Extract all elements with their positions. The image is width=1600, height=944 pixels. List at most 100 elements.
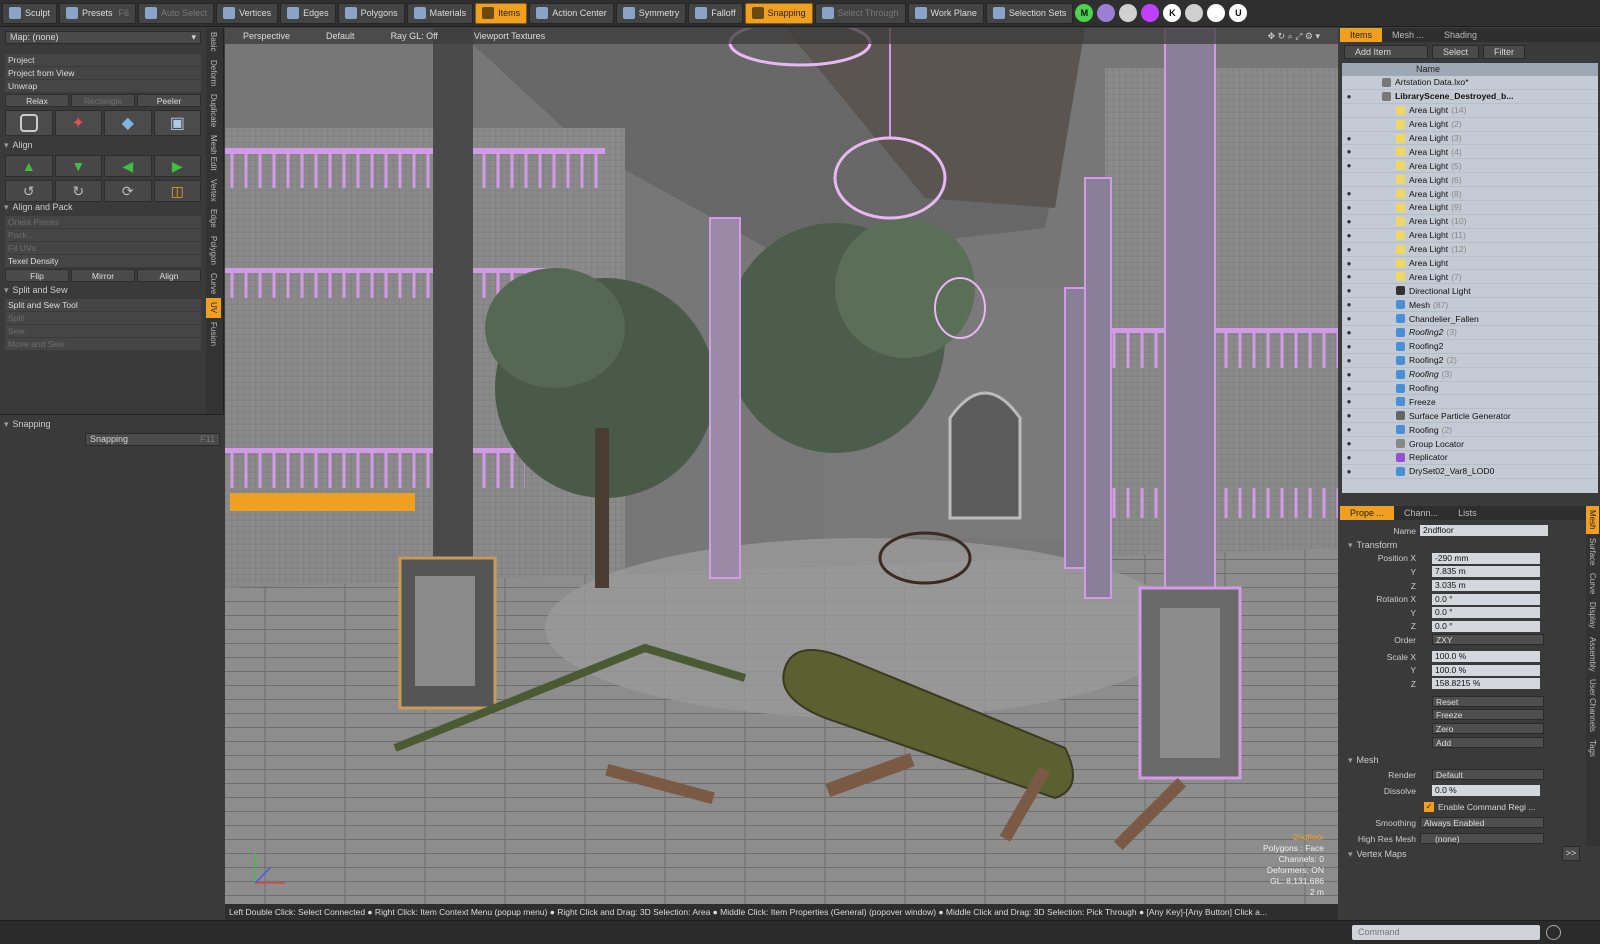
side-tab-user-channels[interactable]: User Channels (1586, 675, 1599, 736)
tab-mesh-edit[interactable]: Mesh Edit (206, 131, 221, 175)
uv-pack-button[interactable]: Pack... (5, 229, 201, 241)
mesh-section-header[interactable]: Mesh (1340, 753, 1600, 767)
plugin-2-icon[interactable] (1097, 4, 1116, 22)
eye-icon[interactable]: ● (1342, 467, 1356, 476)
select-button[interactable]: Select (1432, 45, 1480, 59)
item-row[interactable]: ● Area Light (9) (1342, 201, 1598, 215)
view-type-menu[interactable]: Perspective (225, 31, 308, 41)
eye-icon[interactable]: ● (1342, 189, 1356, 198)
transform-zero-dropdown[interactable]: Zero (1432, 723, 1544, 735)
eye-icon[interactable]: ● (1342, 231, 1356, 240)
item-row[interactable]: ● LibraryScene_Destroyed_b... (1342, 90, 1598, 104)
toolbar-action-center-button[interactable]: Action Center (529, 2, 614, 24)
filter-button[interactable]: Filter (1483, 45, 1526, 59)
side-tab-surface[interactable]: Surface (1586, 534, 1599, 570)
enable-command-checkbox[interactable]: ✓ (1424, 801, 1434, 812)
eye-icon[interactable]: ● (1342, 286, 1356, 295)
eye-icon[interactable]: ● (1342, 314, 1356, 323)
side-tab-display[interactable]: Display (1586, 598, 1599, 632)
eye-icon[interactable]: ● (1342, 161, 1356, 170)
item-row[interactable]: ● Surface Particle Generator (1342, 409, 1598, 424)
uv-split-button[interactable]: Split (5, 312, 201, 324)
tab-edge[interactable]: Edge (206, 205, 221, 232)
uv-project-tool-button[interactable]: ◆ (104, 110, 152, 136)
render-dropdown[interactable]: Default (1432, 769, 1544, 781)
tab-chann[interactable]: Chann... (1394, 506, 1448, 520)
tab-lists[interactable]: Lists (1448, 506, 1487, 520)
item-row[interactable]: ● Area Light (1342, 257, 1598, 271)
transform-value-field[interactable]: 0.0 ° (1432, 593, 1540, 605)
uv-move-and-sew-button[interactable]: Move and Sew (5, 338, 201, 350)
snapping-header[interactable]: Snapping (4, 418, 220, 431)
toolbar-symmetry-button[interactable]: Symmetry (615, 2, 687, 24)
tab-mesh[interactable]: Mesh ... (1382, 28, 1434, 42)
item-row[interactable]: ● Area Light (3) (1342, 132, 1598, 146)
plugin-8-icon[interactable]: U (1229, 4, 1248, 22)
tab-uv[interactable]: UV (206, 298, 221, 318)
uv-rectangle-button[interactable]: Rectangle (71, 94, 135, 107)
transform-value-field[interactable]: 7.835 m (1432, 566, 1540, 578)
toolbar-polygons-button[interactable]: Polygons (337, 2, 405, 24)
item-row[interactable]: ● Freeze (1342, 395, 1598, 410)
item-row[interactable]: ● Chandelier_Fallen (1342, 312, 1598, 327)
snapping-toggle-button[interactable]: Snapping F11 (85, 433, 220, 446)
align-down-button[interactable]: ▼ (54, 155, 102, 177)
transform-value-field[interactable]: 100.0 % (1432, 664, 1540, 676)
smoothing-dropdown[interactable]: Always Enabled (1420, 817, 1544, 829)
tab-duplicate[interactable]: Duplicate (206, 90, 221, 131)
item-row[interactable]: Artstation Data.lxo* (1342, 76, 1598, 90)
transform-section-header[interactable]: Transform (1340, 538, 1600, 552)
item-row[interactable]: Area Light (14) (1342, 104, 1598, 118)
toolbar-selection-sets-button[interactable]: Selection Sets (985, 2, 1074, 24)
item-row[interactable]: Area Light (6) (1342, 173, 1598, 188)
item-row[interactable]: ● Area Light (4) (1342, 145, 1598, 160)
side-tab-curve[interactable]: Curve (1586, 569, 1599, 598)
transform-freeze-dropdown[interactable]: Freeze (1432, 709, 1544, 721)
tab-items[interactable]: Items (1340, 28, 1383, 42)
tab-fusion[interactable]: Fusion (206, 318, 221, 350)
rotate-cw-button[interactable]: ↻ (54, 180, 102, 202)
rotate-free-button[interactable]: ⟳ (104, 180, 152, 202)
item-row[interactable]: ● Replicator (1342, 451, 1598, 465)
eye-icon[interactable]: ● (1342, 147, 1356, 156)
plugin-6-icon[interactable] (1185, 4, 1204, 22)
plugin-7-icon[interactable] (1207, 4, 1226, 22)
tab-prope[interactable]: Prope ... (1340, 506, 1395, 520)
order-dropdown[interactable]: ZXY (1432, 634, 1544, 646)
transform-add-dropdown[interactable]: Add (1432, 736, 1544, 748)
uv-mirror-button[interactable]: Mirror (71, 269, 135, 282)
uv-map-select[interactable]: Map: (none) ▾ (5, 31, 201, 44)
toolbar-work-plane-button[interactable]: Work Plane (907, 2, 984, 24)
item-row[interactable]: ● Area Light (8) (1342, 187, 1598, 202)
toolbar-edges-button[interactable]: Edges (280, 2, 336, 24)
toolbar-sculpt-button[interactable]: Sculpt (2, 2, 58, 24)
toolbar-vertices-button[interactable]: Vertices (216, 2, 279, 24)
eye-icon[interactable]: ● (1342, 397, 1356, 406)
properties-more-button[interactable]: >> (1562, 846, 1580, 861)
tab-curve[interactable]: Curve (206, 269, 221, 298)
tab-deform[interactable]: Deform (206, 56, 221, 90)
viewport-textures-menu[interactable]: Viewport Textures (456, 31, 563, 41)
eye-icon[interactable]: ● (1342, 259, 1356, 268)
align-left-button[interactable]: ◀ (104, 155, 152, 177)
transform-value-field[interactable]: 158.8215 % (1432, 678, 1540, 690)
uv-fit-uvs-button[interactable]: Fit UVs (5, 242, 201, 254)
uv-circle-tool-button[interactable] (5, 110, 53, 136)
side-tab-mesh[interactable]: Mesh (1586, 506, 1599, 534)
eye-icon[interactable]: ● (1342, 411, 1356, 420)
shading-menu[interactable]: Default (308, 31, 373, 41)
uv-split-and-sew-tool-button[interactable]: Split and Sew Tool (5, 299, 201, 311)
side-tab-tags[interactable]: Tags (1586, 736, 1599, 761)
split-sew-header[interactable]: Split and Sew (4, 284, 202, 297)
plugin-1-icon[interactable]: M (1075, 4, 1094, 22)
uv-relax-button[interactable]: Relax (5, 94, 69, 107)
eye-icon[interactable]: ● (1342, 272, 1356, 281)
dissolve-field[interactable]: 0.0 % (1432, 785, 1540, 797)
eye-icon[interactable]: ● (1342, 453, 1356, 462)
uv-project-button[interactable]: Project (5, 54, 201, 66)
item-row[interactable]: ● Area Light (5) (1342, 159, 1598, 174)
item-row[interactable]: ● Roofing2 (3) (1342, 326, 1598, 340)
tab-basic[interactable]: Basic (206, 28, 221, 56)
item-row[interactable]: ● Mesh (87) (1342, 298, 1598, 313)
command-input[interactable]: Command (1352, 925, 1540, 940)
